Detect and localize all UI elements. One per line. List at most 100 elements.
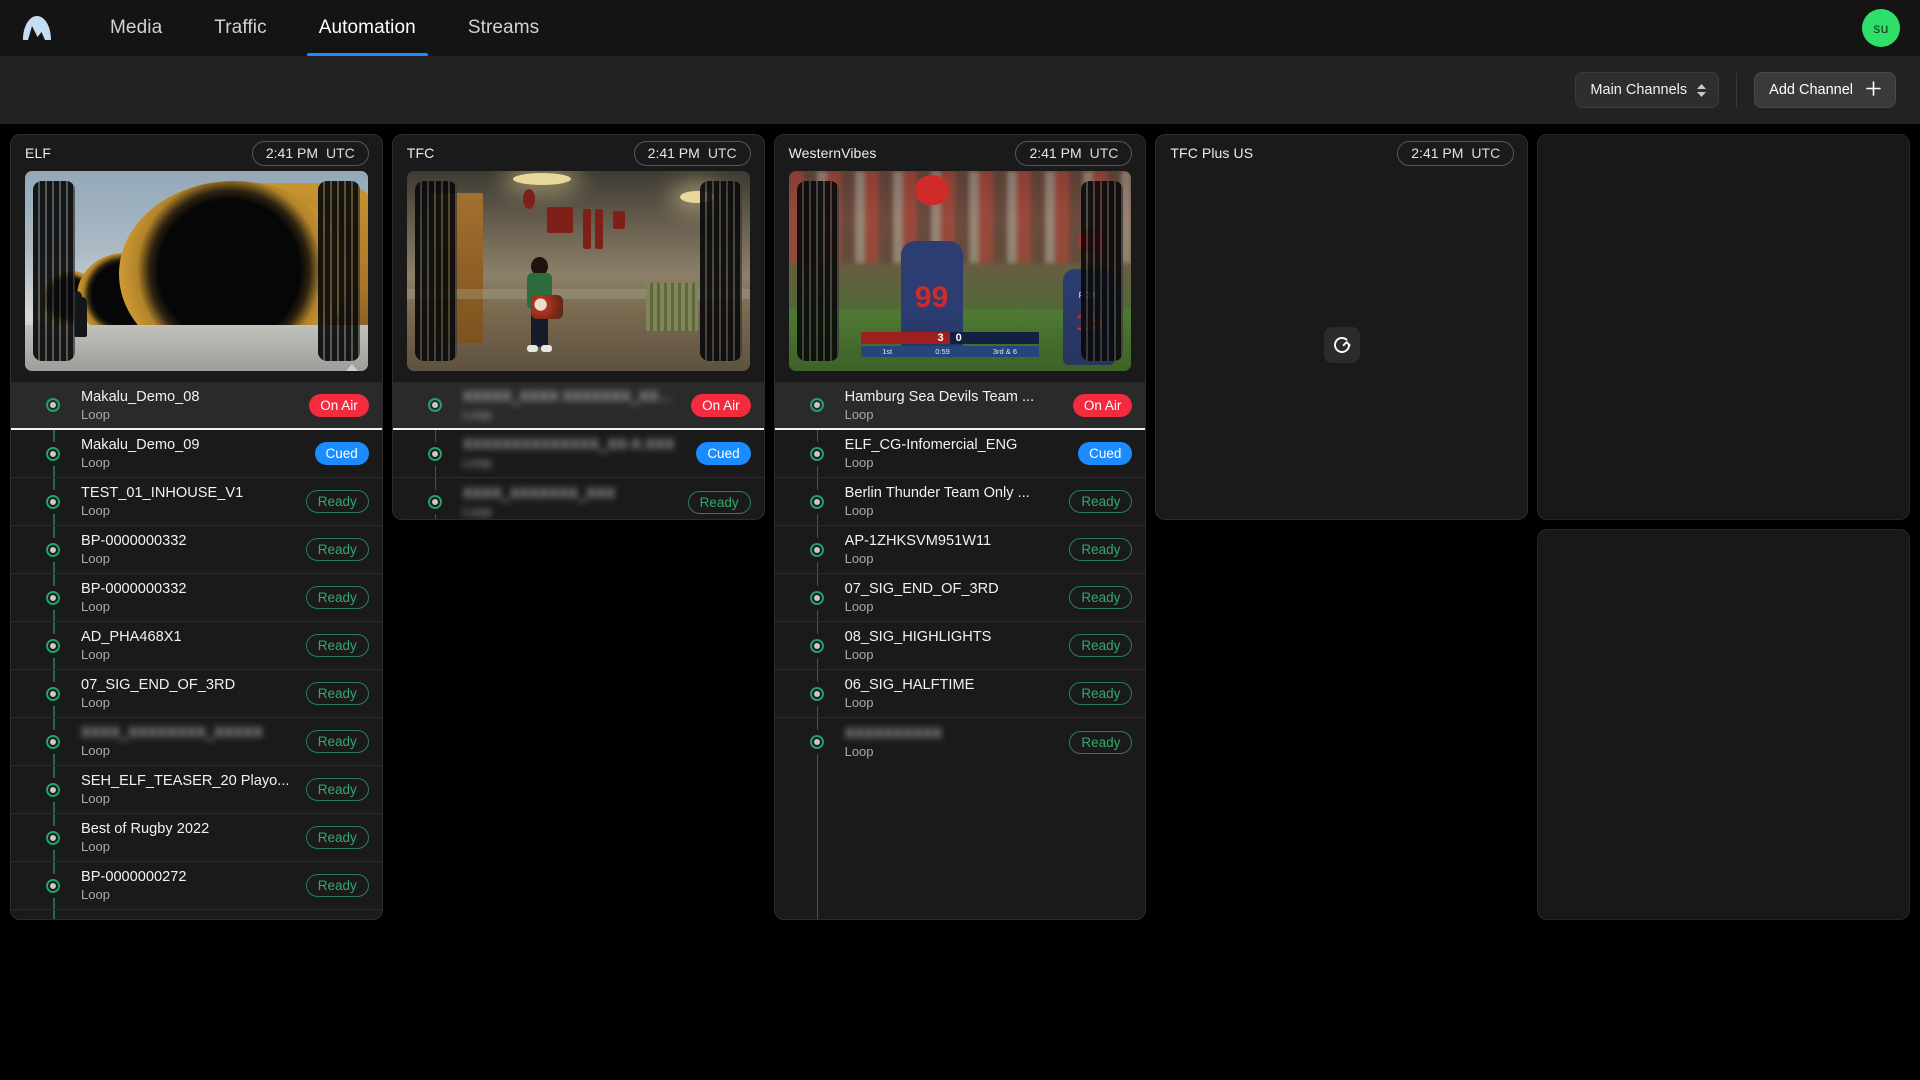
playlist-item-mode: Loop: [462, 503, 492, 519]
playlist-item[interactable]: XXXX_XXXXXXXX_XXXXX Loop Ready: [11, 718, 382, 766]
timeline-dot-icon: [41, 825, 65, 850]
channel-preview-thumbnail[interactable]: [406, 171, 750, 371]
status-badge: On Air: [309, 393, 369, 417]
chevron-updown-icon: [1697, 83, 1707, 97]
avatar[interactable]: su: [1862, 9, 1900, 47]
playlist-item[interactable]: BP-0000000332 Loop Ready: [11, 574, 382, 622]
playlist-item[interactable]: 07_SIG_END_OF_3RD Loop Ready: [11, 670, 382, 718]
timeline-dot-icon: [804, 393, 829, 417]
tab-streams[interactable]: Streams: [442, 0, 565, 56]
empty-channel-slot[interactable]: [1537, 134, 1910, 520]
playlist-item[interactable]: 08_SIG_HIGHLIGHTS Loop Ready: [774, 622, 1146, 670]
channel-card-westernvibes[interactable]: WesternVibes 2:41 PM UTC 99 FORT15 3: [773, 134, 1147, 920]
timeline-dot-icon: [41, 633, 65, 658]
channel-preview-thumbnail[interactable]: 99 FORT15 3 0 1st0:593rd & 6: [788, 171, 1132, 371]
status-badge: On Air: [1072, 393, 1133, 417]
playlist-item-name: BP-0000000332: [81, 533, 187, 550]
playlist-item[interactable]: 07_SIG_END_OF_3RD Loop Ready: [774, 574, 1146, 622]
channel-time: 2:41 PM: [1029, 145, 1082, 161]
playlist-item-onair[interactable]: Hamburg Sea Devils Team ... Loop On Air: [774, 382, 1146, 430]
channel-time-pill: 2:41 PM UTC: [1397, 140, 1515, 166]
playlist-item[interactable]: AD_PHA468X1 Loop Ready: [11, 622, 382, 670]
add-channel-button[interactable]: Add Channel: [1754, 72, 1896, 108]
timeline-dot-icon: [804, 489, 829, 514]
timeline-dot-icon: [41, 585, 65, 610]
preview-overlay-bars-right: [317, 181, 360, 361]
status-badge: Ready: [305, 730, 369, 753]
playlist-item-onair[interactable]: XXXXX_XXXX XXXXXXX_XXX-XXXX Loop On Air: [392, 382, 764, 430]
playlist-item[interactable]: Berlin Thunder Team Only ... Loop Ready: [774, 478, 1146, 526]
tab-traffic[interactable]: Traffic: [188, 0, 292, 56]
status-badge: Ready: [1069, 682, 1133, 705]
playlist-item[interactable]: BP-0000000272 Loop Ready: [11, 862, 382, 910]
empty-channel-slot[interactable]: [1537, 529, 1910, 920]
add-channel-label: Add Channel: [1769, 82, 1853, 98]
tab-streams-label: Streams: [467, 17, 540, 38]
timeline-dot-icon: [422, 393, 447, 417]
channel-time: 2:41 PM: [1411, 145, 1464, 161]
playlist-item[interactable]: BP-0000000332 Loop Ready: [11, 526, 382, 574]
preview-scene: [406, 171, 750, 371]
main-nav-tabs: Media Traffic Automation Streams: [84, 0, 565, 56]
status-badge: Ready: [1069, 538, 1133, 561]
preview-scene: [25, 171, 368, 371]
timeline-dot-icon: [422, 441, 447, 466]
playlist-item[interactable]: Best of Rugby 2022 Loop Ready: [11, 814, 382, 862]
playlist-item[interactable]: 06_SIG_HALFTIME Loop Ready: [774, 670, 1146, 718]
top-navigation-bar: Media Traffic Automation Streams su: [0, 0, 1920, 56]
channel-column-tfc-plus-us: TFC Plus US 2:41 PM UTC: [1155, 134, 1529, 920]
status-badge: Ready: [1069, 586, 1133, 609]
channel-toolbar: Main Channels Add Channel: [0, 56, 1920, 124]
playlist-elf: Makalu_Demo_08 Loop On Air Makalu_Demo_0…: [11, 382, 382, 919]
playlist-item-mode: Loop: [462, 455, 492, 471]
playlist-item-name: 06_SIG_HALFTIME: [844, 677, 975, 694]
playlist-item-mode: Loop: [81, 551, 110, 567]
channel-name: TFC Plus US: [1170, 145, 1254, 161]
playlist-item[interactable]: Makalu_Demo_09 Loop Cued: [11, 430, 382, 478]
status-badge: Ready: [305, 634, 369, 657]
playlist-item-mode: Loop: [844, 743, 874, 759]
playlist-item[interactable]: SEH_ELF_TEASER_20 Playo... Loop Ready: [11, 766, 382, 814]
status-badge: Cued: [1078, 442, 1133, 465]
channel-name: ELF: [25, 145, 51, 161]
playlist-item[interactable]: AP-1ZHKSVM951W11 Loop Ready: [774, 526, 1146, 574]
channel-group-select[interactable]: Main Channels: [1575, 72, 1720, 108]
refresh-icon[interactable]: [1323, 327, 1360, 363]
channel-card-elf[interactable]: ELF 2:41 PM UTC Makalu_Demo_08 Loop On A…: [10, 134, 383, 920]
playlist-item[interactable]: XXXXXXXXXX Loop Ready: [775, 718, 1146, 766]
playlist-item[interactable]: TEST_01_INHOUSE_V1 Loop Ready: [11, 478, 382, 526]
playlist-item[interactable]: BA-0000000264 Loop Ready: [11, 910, 382, 919]
playlist-item-name: Makalu_Demo_08: [81, 388, 200, 405]
playlist-item[interactable]: XXXX_XXXXXXX_XXX Loop Ready: [393, 478, 764, 519]
playlist-item-name: AD_PHA468X1: [81, 629, 182, 646]
timeline-dot-icon: [41, 873, 65, 898]
timeline-dot-icon: [804, 681, 829, 706]
tab-media[interactable]: Media: [84, 0, 188, 56]
playlist-item-name: AP-1ZHKSVM951W11: [844, 533, 992, 550]
channel-time: 2:41 PM: [265, 145, 319, 161]
playlist-item[interactable]: ELF_CG-Infomercial_ENG Loop Cued: [774, 430, 1146, 478]
playlist-item-name: 08_SIG_HIGHLIGHTS: [844, 629, 992, 646]
status-badge: Ready: [305, 826, 369, 849]
playlist-item-mode: Loop: [844, 455, 874, 471]
status-badge: Ready: [305, 538, 369, 561]
playlist-item-mode: Loop: [81, 695, 110, 711]
status-badge: Ready: [305, 778, 369, 801]
timeline-dot-icon: [41, 393, 65, 417]
channel-card-tfc[interactable]: TFC 2:41 PM UTC XXXXX_XXXX XXXXXXX_XXX- …: [391, 134, 765, 520]
channel-card-tfc-plus-us[interactable]: TFC Plus US 2:41 PM UTC: [1155, 134, 1529, 520]
channel-loading-area: [1156, 171, 1527, 519]
playlist-item-mode: Loop: [844, 551, 874, 567]
channel-column-westernvibes: WesternVibes 2:41 PM UTC 99 FORT15 3: [773, 134, 1147, 920]
tab-automation[interactable]: Automation: [293, 0, 442, 56]
preview-overlay-bars-left: [33, 181, 75, 361]
playlist-item-name: BP-0000000272: [81, 869, 187, 886]
plus-icon: [1866, 80, 1881, 100]
playlist-item-onair[interactable]: Makalu_Demo_08 Loop On Air: [11, 382, 382, 430]
playlist-item[interactable]: XXXXXXXXXXXXXX_XX-X.XXX Loop Cued: [392, 430, 764, 478]
channel-preview-thumbnail[interactable]: [25, 171, 368, 371]
channel-column-elf: ELF 2:41 PM UTC Makalu_Demo_08 Loop On A…: [10, 134, 383, 920]
toolbar-divider: [1736, 73, 1738, 107]
preview-overlay-bars-right: [1081, 181, 1124, 361]
mountain-logo-icon[interactable]: [18, 9, 56, 47]
